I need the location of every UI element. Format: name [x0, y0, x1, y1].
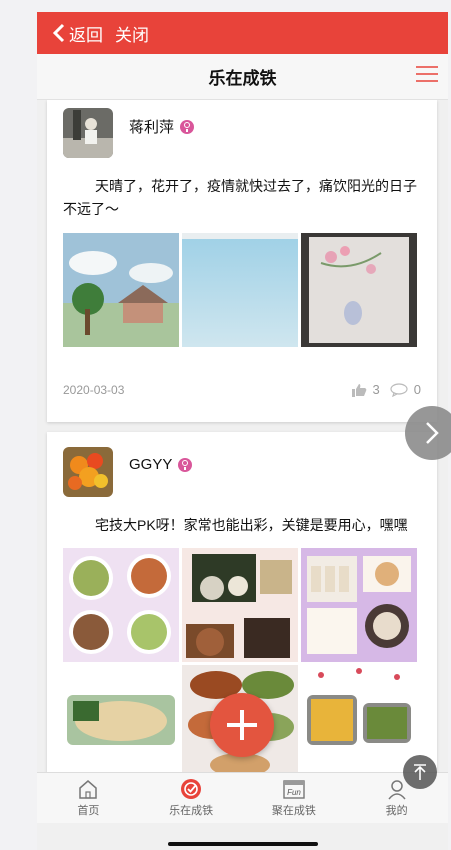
tab-juzaichengtie[interactable]: Fun 聚在成铁 — [243, 773, 346, 823]
username-text: 蒋利萍 — [129, 119, 175, 136]
tab-label: 首页 — [77, 805, 100, 817]
chevron-right-icon — [426, 422, 439, 444]
bottom-tab-bar: 首页 乐在成铁 Fun 聚在成铁 我的 — [37, 772, 448, 823]
post-date: 2020-03-03 — [63, 382, 125, 397]
tab-label: 乐在成铁 — [169, 805, 214, 817]
post-card[interactable]: 蒋利萍 天晴了，花开了，疫情就快过去了，痛饮阳光的日子不远了～ 2020-03-… — [47, 100, 437, 422]
post-image[interactable] — [301, 233, 417, 347]
like-button[interactable]: 3 — [351, 382, 380, 397]
post-text: 宅技大PK呀！家常也能出彩，关键是要用心，嘿嘿 — [95, 517, 408, 533]
post-image[interactable] — [301, 665, 417, 772]
top-nav-bar: 返回 关闭 — [37, 12, 448, 54]
comment-button[interactable]: 0 — [390, 382, 421, 397]
tab-lezaichengtie[interactable]: 乐在成铁 — [140, 773, 243, 823]
post-feed[interactable]: 蒋利萍 天晴了，花开了，疫情就快过去了，痛饮阳光的日子不远了～ 2020-03-… — [37, 100, 448, 772]
arrow-up-icon — [414, 764, 426, 780]
post-image[interactable] — [63, 665, 179, 772]
close-button[interactable]: 关闭 — [115, 21, 149, 46]
post-image[interactable] — [182, 233, 298, 347]
next-button[interactable] — [405, 406, 451, 460]
back-button[interactable]: 返回 — [53, 21, 103, 46]
username[interactable]: GGYY — [129, 456, 193, 473]
tab-home[interactable]: 首页 — [37, 773, 140, 823]
tab-label: 聚在成铁 — [271, 805, 316, 817]
svg-text:Fun: Fun — [287, 788, 301, 797]
post-image[interactable] — [182, 548, 298, 662]
female-icon — [178, 457, 193, 472]
home-icon — [79, 780, 98, 799]
app-screen: 返回 关闭 乐在成铁 蒋利萍 天晴了，花开了，疫情就快过去了，痛饮阳光的日子不远… — [37, 12, 448, 850]
avatar[interactable] — [63, 447, 113, 497]
post-image[interactable] — [63, 233, 179, 347]
username-text: GGYY — [129, 456, 173, 473]
post-image[interactable] — [63, 548, 179, 662]
title-bar: 乐在成铁 — [37, 54, 448, 100]
post-image[interactable] — [301, 548, 417, 662]
page-title: 乐在成铁 — [208, 69, 277, 88]
menu-icon[interactable] — [416, 66, 438, 84]
avatar[interactable] — [63, 108, 113, 158]
thumbs-up-icon — [351, 383, 366, 397]
fun-icon: Fun — [283, 780, 305, 799]
chevron-left-icon — [53, 23, 65, 43]
female-icon — [180, 119, 195, 134]
scroll-to-top-button[interactable] — [403, 755, 437, 789]
back-label: 返回 — [69, 25, 103, 45]
comment-count: 0 — [413, 382, 421, 397]
post-meta: 2020-03-03 3 0 — [63, 382, 421, 397]
post-text: 天晴了，花开了，疫情就快过去了，痛饮阳光的日子不远了～ — [63, 178, 417, 217]
username[interactable]: 蒋利萍 — [129, 116, 195, 137]
add-post-button[interactable] — [210, 693, 274, 757]
image-grid — [63, 233, 417, 347]
like-count: 3 — [372, 382, 380, 397]
check-circle-icon — [181, 779, 202, 799]
home-indicator — [168, 842, 318, 846]
comment-icon — [390, 382, 408, 397]
tab-label: 我的 — [385, 805, 408, 817]
